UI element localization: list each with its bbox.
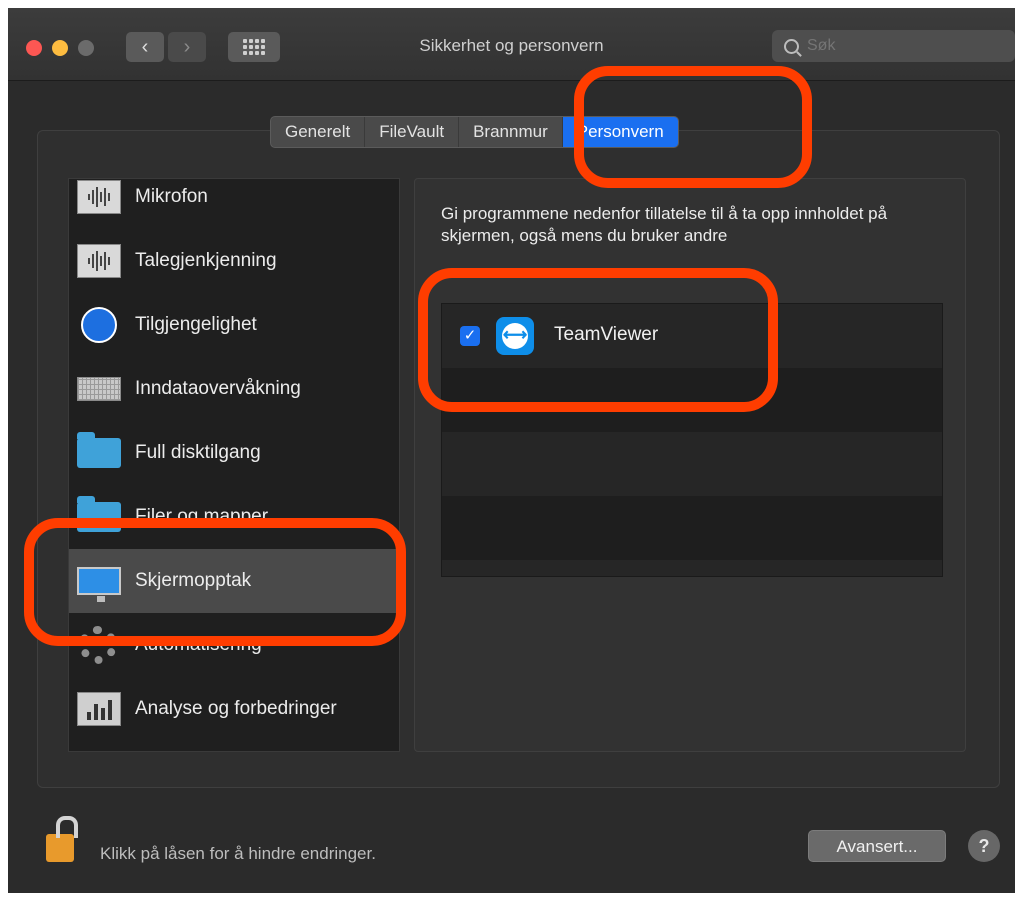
panel-description: Gi programmene nedenfor tillatelse til å… xyxy=(441,204,888,245)
speech-wave-icon xyxy=(77,244,121,278)
sidebar-item-tilgjengelighet[interactable]: Tilgjengelighet xyxy=(69,293,399,357)
sidebar-item-inndataovervakning[interactable]: Inndataovervåkning xyxy=(69,357,399,421)
monitor-icon xyxy=(77,567,121,602)
tab-bar: Generelt FileVault Brannmur Personvern xyxy=(270,116,679,148)
advanced-button[interactable]: Avansert... xyxy=(808,830,946,862)
tab-filevault[interactable]: FileVault xyxy=(365,117,460,147)
help-button[interactable]: ? xyxy=(968,830,1000,862)
sidebar-item-talegjenkjenning[interactable]: Talegjenkjenning xyxy=(69,229,399,293)
sidebar-item-full-disktilgang[interactable]: Full disktilgang xyxy=(69,421,399,485)
tab-generelt[interactable]: Generelt xyxy=(271,117,366,147)
tab-personvern[interactable]: Personvern xyxy=(562,117,678,147)
checkmark-icon: ✓ xyxy=(463,327,477,344)
gear-icon xyxy=(79,626,117,664)
sidebar-item-analyse-og-forbedringer[interactable]: Analyse og forbedringer xyxy=(69,677,399,741)
empty-row xyxy=(442,496,942,560)
keyboard-icon xyxy=(77,377,121,401)
accessibility-icon xyxy=(81,307,117,343)
sidebar-item-mikrofon[interactable]: Mikrofon xyxy=(69,179,399,229)
teamviewer-icon xyxy=(496,317,534,355)
app-list: ✓ TeamViewer xyxy=(441,303,943,577)
empty-row xyxy=(442,368,942,432)
sidebar-item-skjermopptak[interactable]: Skjermopptak xyxy=(69,549,399,613)
search-icon xyxy=(784,38,799,54)
sidebar-item-label: Mikrofon xyxy=(135,186,208,207)
app-name: TeamViewer xyxy=(554,324,659,345)
sidebar-item-label: Automatisering xyxy=(135,634,262,655)
title-bar: ‹ › Sikkerhet og personvern xyxy=(8,8,1015,81)
bar-chart-icon xyxy=(77,692,121,726)
teamviewer-checkbox[interactable]: ✓ xyxy=(460,326,480,346)
sidebar-item-label: Filer og mapper xyxy=(135,506,269,527)
empty-row xyxy=(442,560,942,576)
folder-icon xyxy=(77,496,121,532)
privacy-sidebar: Mikrofon Talegjenkjenning Tilgjengelighe… xyxy=(68,178,400,752)
lock-icon[interactable] xyxy=(46,816,78,862)
search-field[interactable] xyxy=(772,30,1015,62)
sidebar-item-automatisering[interactable]: Automatisering xyxy=(69,613,399,677)
lock-status-text: Klikk på låsen for å hindre endringer. xyxy=(100,844,376,863)
empty-row xyxy=(442,432,942,496)
preferences-window: ‹ › Sikkerhet og personvern Generelt Fil… xyxy=(8,8,1015,893)
microphone-wave-icon xyxy=(77,180,121,214)
sidebar-item-label: Skjermopptak xyxy=(135,570,252,591)
sidebar-item-label: Inndataovervåkning xyxy=(135,378,301,399)
screen-recording-panel: Gi programmene nedenfor tillatelse til å… xyxy=(414,178,966,752)
sidebar-item-label: Full disktilgang xyxy=(135,442,261,463)
sidebar-item-filer-og-mapper[interactable]: Filer og mapper xyxy=(69,485,399,549)
search-input[interactable] xyxy=(805,36,959,56)
tab-brannmur[interactable]: Brannmur xyxy=(459,117,563,147)
app-row-teamviewer[interactable]: ✓ TeamViewer xyxy=(442,304,942,368)
sidebar-item-label: Analyse og forbedringer xyxy=(135,698,337,719)
sidebar-item-label: Talegjenkjenning xyxy=(135,250,277,271)
sidebar-item-label: Tilgjengelighet xyxy=(135,314,257,335)
folder-icon xyxy=(77,432,121,468)
